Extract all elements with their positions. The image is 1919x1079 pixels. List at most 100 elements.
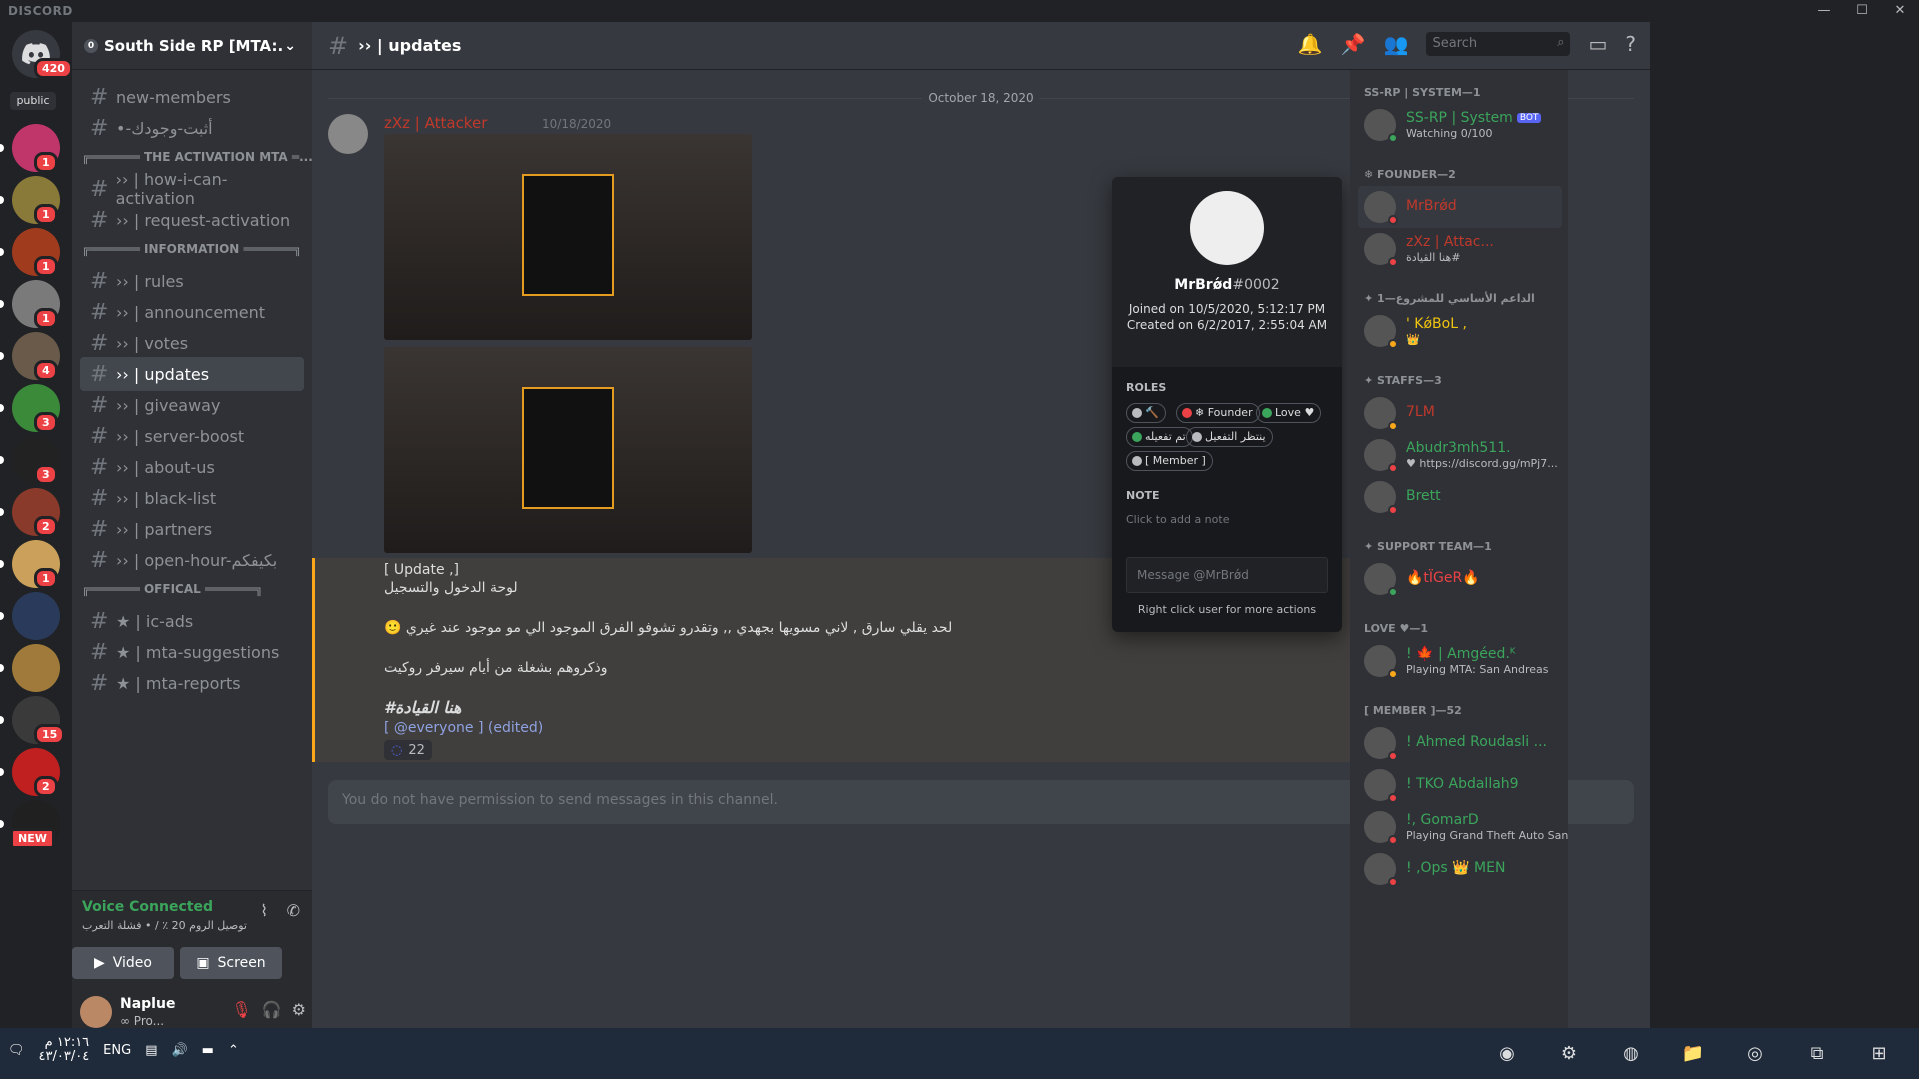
server-badge: 15 — [34, 724, 66, 745]
attachment-image[interactable] — [384, 134, 752, 340]
channel-item[interactable]: # ›› | announcement — [80, 295, 304, 329]
member-item[interactable]: ! ,Ops 👑 MEN — [1358, 848, 1562, 890]
channel-item[interactable]: # ★ | mta-reports — [80, 666, 304, 700]
unread-pill — [0, 664, 4, 672]
bell-icon[interactable]: 🔔 — [1298, 32, 1323, 56]
help-icon[interactable]: ? — [1625, 32, 1636, 56]
note-input[interactable]: Click to add a note — [1126, 513, 1229, 526]
channel-item[interactable]: # ›› | request-activation — [80, 203, 304, 237]
home-button[interactable]: 420 — [12, 30, 72, 79]
inbox-icon[interactable]: ▭ — [1588, 32, 1607, 56]
channel-item[interactable]: # new-members — [80, 80, 304, 114]
search-input[interactable]: Search ⌕ — [1426, 32, 1571, 56]
video-button[interactable]: ▶ Video — [72, 947, 174, 979]
server-icon[interactable] — [12, 592, 60, 640]
channel-item[interactable]: # ›› | server-boost — [80, 419, 304, 453]
dm-input[interactable]: Message @MrBrǿd — [1126, 557, 1328, 593]
mute-icon[interactable]: 🎙 — [231, 1000, 251, 1019]
server-badge: 2 — [34, 516, 58, 537]
start-icon[interactable]: ⊞ — [1859, 1034, 1899, 1072]
member-activity: هنا القيادة# — [1406, 251, 1461, 264]
channel-item[interactable]: # ★ | mta-suggestions — [80, 635, 304, 669]
guild-header[interactable]: 0 South Side RP [MTA:... ⌄ — [72, 22, 312, 70]
channel-item[interactable]: # ›› | open-hour-بكيفكم — [80, 543, 304, 577]
channel-hash-icon: # — [90, 547, 109, 573]
notifications-icon[interactable]: 🗨 — [8, 1043, 25, 1058]
channel-hash-icon: # — [90, 84, 109, 110]
chevron-up-icon[interactable]: ⌃ — [228, 1043, 239, 1058]
channel-category[interactable]: ╔═══════ INFORMATION ═══════╗ — [72, 242, 312, 256]
reaction-button[interactable]: ◌ 22 — [384, 740, 432, 760]
member-item[interactable]: zXz | Attac... هنا القيادة# — [1358, 228, 1562, 270]
role-pill[interactable]: تم تفعيله — [1126, 427, 1193, 447]
channel-category[interactable]: ╔═══════ OFFICAL ═══════╗ — [72, 582, 312, 596]
role-pill[interactable]: Love ♥ — [1256, 403, 1322, 423]
channel-hash-icon: # — [90, 639, 109, 665]
role-pill[interactable]: ❄ Founder — [1176, 403, 1260, 423]
member-item[interactable]: Brett — [1358, 476, 1562, 518]
channel-item[interactable]: # ›› | about-us — [80, 450, 304, 484]
channel-item[interactable]: # ›› | how-i-can-activation — [80, 170, 304, 208]
members-icon[interactable]: 👥 — [1384, 32, 1409, 56]
disconnect-icon[interactable]: ✆ — [287, 901, 300, 920]
avatar[interactable] — [1190, 191, 1264, 265]
maximize-button[interactable]: ☐ — [1843, 0, 1881, 22]
chrome-taskbar-icon[interactable]: ◍ — [1611, 1034, 1651, 1072]
server-badge: 1 — [34, 568, 58, 589]
server-badge: 1 — [34, 256, 58, 277]
network-icon[interactable]: ▤ — [145, 1043, 157, 1058]
member-item[interactable]: 🔥tÏGeR🔥 — [1358, 558, 1562, 600]
server-icon[interactable] — [12, 644, 60, 692]
language-indicator[interactable]: ENG — [103, 1043, 131, 1058]
battery-icon[interactable]: ▬ — [202, 1043, 214, 1058]
member-item[interactable]: 7LM — [1358, 392, 1562, 434]
member-item[interactable]: ! Ahmed Roudasli ... — [1358, 722, 1562, 764]
channel-item[interactable]: # ›› | partners — [80, 512, 304, 546]
pin-icon[interactable]: 📌 — [1341, 32, 1366, 56]
channel-item[interactable]: # ›› | rules — [80, 264, 304, 298]
voice-channel-name[interactable]: توصيل الروم 20 ٪ / • فشلة التعرب — [82, 919, 247, 932]
deafen-icon[interactable]: 🎧 — [262, 1000, 282, 1019]
role-pill[interactable]: [ Member ] — [1126, 451, 1213, 471]
volume-icon[interactable]: 🔊 — [171, 1043, 187, 1058]
unread-pill — [0, 352, 4, 360]
screen-share-button[interactable]: ▣ Screen — [180, 947, 282, 979]
avatar[interactable] — [328, 114, 368, 154]
member-item[interactable]: !, GomarD Playing Grand Theft Auto San... — [1358, 806, 1568, 848]
minimize-button[interactable]: — — [1805, 0, 1843, 22]
member-item[interactable]: ' KǿBoL , 👑 — [1358, 310, 1562, 352]
message-author[interactable]: zXz | Attacker — [384, 114, 487, 132]
noise-suppression-icon[interactable]: ⌇ — [260, 901, 268, 920]
role-pill[interactable]: ينتظر التفعيل — [1186, 427, 1273, 447]
channel-item[interactable]: # ›› | black-list — [80, 481, 304, 515]
settings-taskbar-icon[interactable]: ⚙ — [1549, 1034, 1589, 1072]
channel-category[interactable]: ╔═══════ THE ACTIVATION MTA ═... — [72, 150, 312, 164]
member-item[interactable]: SS-RP | System BOT Watching 0/100 — [1358, 104, 1562, 146]
attachment-image[interactable] — [384, 347, 752, 553]
member-group-title: ✦ الداعم الأساسي للمشروع—1 — [1364, 292, 1535, 305]
channel-item[interactable]: # ›› | giveaway — [80, 388, 304, 422]
member-item[interactable]: ! TKO Abdallah9 — [1358, 764, 1562, 806]
role-pill[interactable]: 🔨 — [1126, 403, 1166, 423]
channel-item[interactable]: # ›› | votes — [80, 326, 304, 360]
discord-taskbar-icon[interactable]: ◉ — [1487, 1034, 1527, 1072]
task-view-icon[interactable]: ⧉ — [1797, 1034, 1837, 1072]
steam-taskbar-icon[interactable]: ◎ — [1735, 1034, 1775, 1072]
channel-label: ›› | announcement — [116, 302, 265, 322]
everyone-mention[interactable]: [ @everyone ] (edited) — [384, 720, 543, 736]
member-item[interactable]: MrBrǿd — [1358, 186, 1562, 228]
gear-icon[interactable]: ⚙ — [292, 1000, 306, 1019]
channel-item[interactable]: # ★ | ic-ads — [80, 604, 304, 638]
channel-item[interactable]: # ›› | updates — [80, 357, 304, 391]
member-item[interactable]: Abudr3mh511. ♥ https://discord.gg/mPj7... — [1358, 434, 1562, 476]
status-icon — [1388, 215, 1398, 225]
avatar[interactable] — [80, 996, 112, 1028]
clock-date: ٤٣/٠٣/٠٤ — [38, 1049, 90, 1064]
channel-item[interactable]: # •-أثبت-وجودك — [80, 111, 304, 145]
close-window-button[interactable]: ✕ — [1881, 0, 1919, 22]
member-name-text: 7LM — [1406, 404, 1435, 420]
member-item[interactable]: ! 🍁 | Amgéed.ᴷ Playing MTA: San Andreas — [1358, 640, 1562, 682]
folder-taskbar-icon[interactable]: 📁 — [1673, 1034, 1713, 1072]
member-name-text: Abudr3mh511. — [1406, 440, 1511, 456]
member-name-text: zXz | Attac... — [1406, 234, 1494, 250]
